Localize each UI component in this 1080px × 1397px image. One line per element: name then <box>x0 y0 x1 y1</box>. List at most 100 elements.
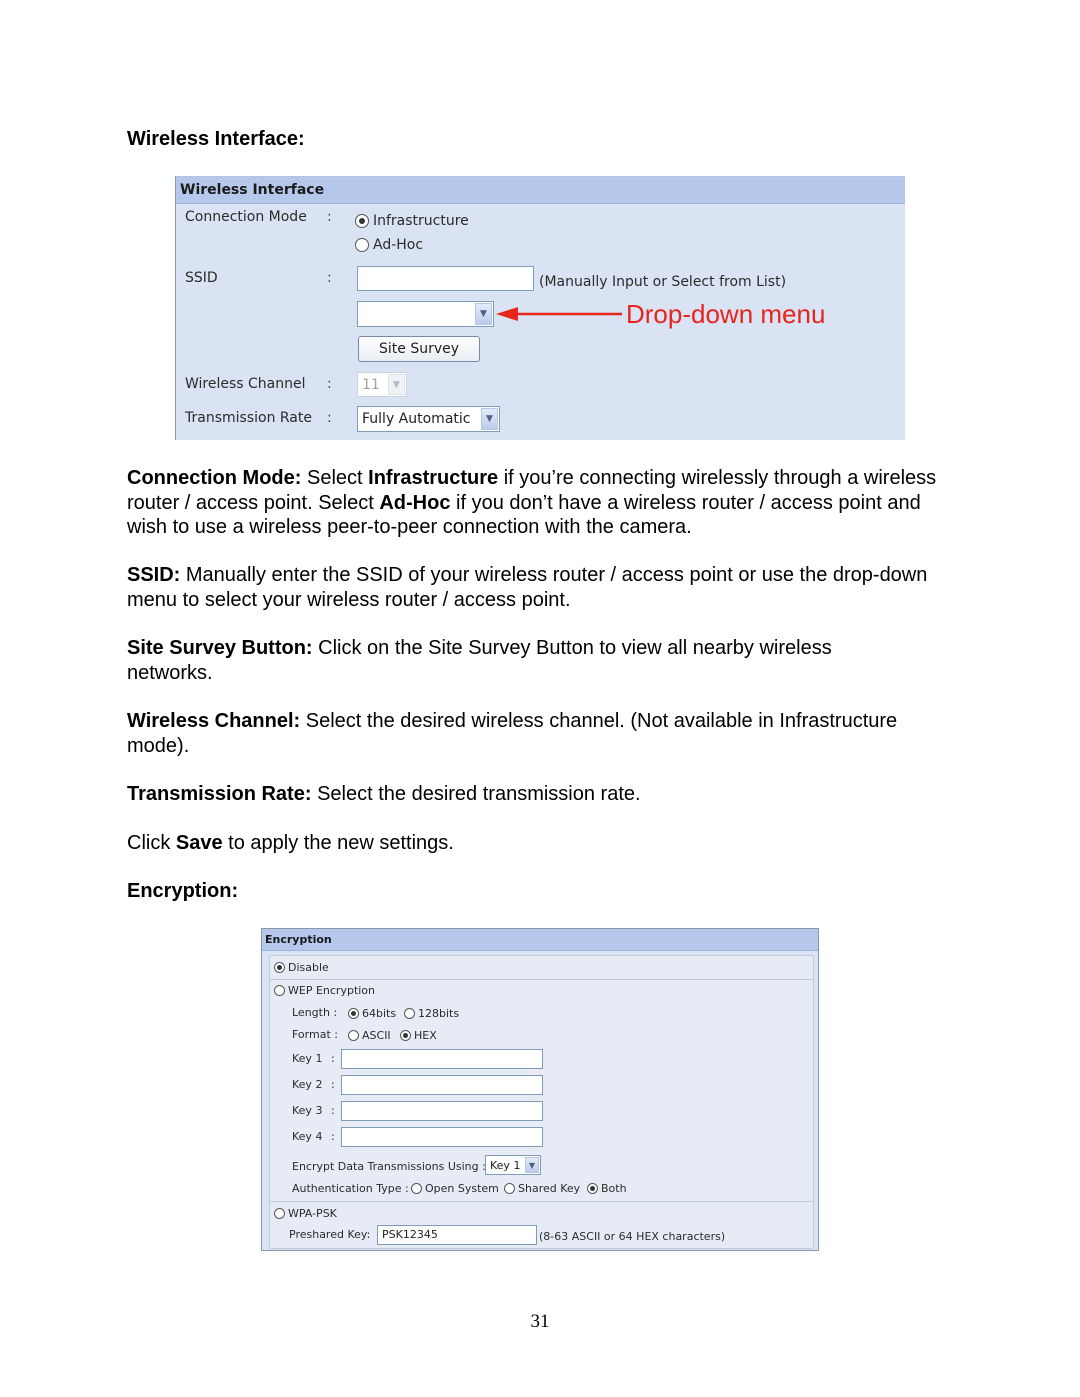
radio-selected-icon <box>587 1183 598 1194</box>
radio-disable[interactable]: Disable <box>274 961 329 974</box>
radio-hex[interactable]: HEX <box>400 1029 437 1042</box>
paragraph-site-survey: Site Survey Button: Click on the Site Su… <box>127 636 887 685</box>
key-4-input[interactable] <box>341 1127 543 1147</box>
radio-shared-key[interactable]: Shared Key <box>504 1182 580 1195</box>
radio-unselected-icon <box>504 1183 515 1194</box>
encryption-panel: Encryption Disable WEP Encryption Length… <box>261 928 819 1251</box>
preshared-key-input[interactable]: PSK12345 <box>377 1225 537 1245</box>
key-4-label: Key 4 <box>292 1130 323 1143</box>
encrypt-key-select[interactable]: Key 1 ▼ <box>485 1155 541 1175</box>
panel-title: Wireless Interface <box>176 177 905 204</box>
chevron-down-icon: ▼ <box>388 374 405 395</box>
preshared-key-label: Preshared Key: <box>289 1228 371 1241</box>
colon: : <box>327 209 332 225</box>
text: Click <box>127 832 176 854</box>
paragraph-save: Click Save to apply the new settings. <box>127 831 957 856</box>
chevron-down-icon: ▼ <box>481 408 498 430</box>
auth-type-label: Authentication Type : <box>292 1182 409 1195</box>
term: Wireless Channel: <box>127 710 301 732</box>
ssid-hint: (Manually Input or Select from List) <box>539 274 787 290</box>
page-number: 31 <box>530 1311 550 1332</box>
section-heading-encryption: Encryption: <box>127 880 239 902</box>
emphasis: Infrastructure <box>368 467 499 489</box>
radio-label: WPA-PSK <box>288 1207 337 1220</box>
wireless-channel-select[interactable]: 11 ▼ <box>357 372 407 397</box>
term: Transmission Rate: <box>127 783 312 805</box>
transmission-rate-label: Transmission Rate <box>185 410 312 426</box>
transmission-rate-select[interactable]: Fully Automatic ▼ <box>357 406 500 432</box>
radio-selected-icon <box>348 1008 359 1019</box>
ssid-input[interactable] <box>357 266 534 291</box>
radio-label: Disable <box>288 961 329 974</box>
radio-label: ASCII <box>362 1029 391 1042</box>
radio-wpa-psk[interactable]: WPA-PSK <box>274 1207 337 1220</box>
radio-ascii[interactable]: ASCII <box>348 1029 391 1042</box>
section-heading-wireless-interface: Wireless Interface: <box>127 128 305 150</box>
divider <box>269 1201 814 1202</box>
paragraph-transmission-rate: Transmission Rate: Select the desired tr… <box>127 782 957 807</box>
radio-label: Both <box>601 1182 627 1195</box>
radio-unselected-icon <box>274 1208 285 1219</box>
wireless-channel-label: Wireless Channel <box>185 376 306 392</box>
paragraph-ssid: SSID: Manually enter the SSID of your wi… <box>127 563 932 612</box>
ssid-dropdown[interactable]: ▼ <box>357 301 494 327</box>
radio-selected-icon <box>274 962 285 973</box>
colon: : <box>331 1052 335 1065</box>
radio-selected-icon <box>355 214 369 228</box>
radio-unselected-icon <box>411 1183 422 1194</box>
emphasis: Ad-Hoc <box>379 491 451 514</box>
radio-label: HEX <box>414 1029 437 1042</box>
ssid-label: SSID <box>185 270 218 286</box>
radio-label: WEP Encryption <box>288 984 376 997</box>
preshared-key-hint: (8-63 ASCII or 64 HEX characters) <box>539 1230 726 1243</box>
radio-both[interactable]: Both <box>587 1182 627 1195</box>
format-label: Format : <box>292 1028 338 1041</box>
radio-label: Ad-Hoc <box>373 237 424 253</box>
radio-label: Infrastructure <box>373 213 469 229</box>
colon: : <box>327 376 332 392</box>
paragraph-wireless-channel: Wireless Channel: Select the desired wir… <box>127 709 957 758</box>
term: Site Survey Button: <box>127 637 313 659</box>
key-2-input[interactable] <box>341 1075 543 1095</box>
encrypt-using-label: Encrypt Data Transmissions Using : <box>292 1160 486 1173</box>
radio-label: 128bits <box>418 1007 460 1020</box>
radio-label: Open System <box>425 1182 499 1195</box>
radio-unselected-icon <box>355 238 369 252</box>
colon: : <box>331 1104 335 1117</box>
chevron-down-icon: ▼ <box>475 303 492 325</box>
colon: : <box>327 270 332 286</box>
panel-title: Encryption <box>262 929 818 951</box>
divider <box>269 979 814 980</box>
annotation-arrow-icon <box>496 307 622 321</box>
term: SSID: <box>127 564 181 586</box>
connection-mode-label: Connection Mode <box>185 209 307 225</box>
wireless-channel-value: 11 <box>362 376 380 393</box>
text: Select the desired transmission rate. <box>311 783 641 805</box>
term: Connection Mode: <box>127 467 302 489</box>
colon: : <box>331 1130 335 1143</box>
emphasis: Save <box>175 832 223 854</box>
radio-selected-icon <box>400 1030 411 1041</box>
text: Manually enter the SSID of your wireless… <box>127 564 928 611</box>
colon: : <box>331 1078 335 1091</box>
radio-infrastructure[interactable]: Infrastructure <box>355 213 469 229</box>
key-1-input[interactable] <box>341 1049 543 1069</box>
key-1-label: Key 1 <box>292 1052 323 1065</box>
radio-open-system[interactable]: Open System <box>411 1182 499 1195</box>
key-3-input[interactable] <box>341 1101 543 1121</box>
radio-label: 64bits <box>362 1007 397 1020</box>
text: to apply the new settings. <box>222 832 454 854</box>
radio-64bits[interactable]: 64bits <box>348 1007 396 1020</box>
radio-128bits[interactable]: 128bits <box>404 1007 459 1020</box>
site-survey-button[interactable]: Site Survey <box>358 336 480 362</box>
radio-unselected-icon <box>274 985 285 996</box>
transmission-rate-value: Fully Automatic <box>362 411 471 427</box>
colon: : <box>327 410 332 426</box>
radio-unselected-icon <box>404 1008 415 1019</box>
key-3-label: Key 3 <box>292 1104 323 1117</box>
radio-ad-hoc[interactable]: Ad-Hoc <box>355 237 423 253</box>
dropdown-menu-annotation: Drop-down menu <box>626 299 826 329</box>
key-2-label: Key 2 <box>292 1078 323 1091</box>
radio-wep-encryption[interactable]: WEP Encryption <box>274 984 375 997</box>
length-label: Length : <box>292 1006 338 1019</box>
